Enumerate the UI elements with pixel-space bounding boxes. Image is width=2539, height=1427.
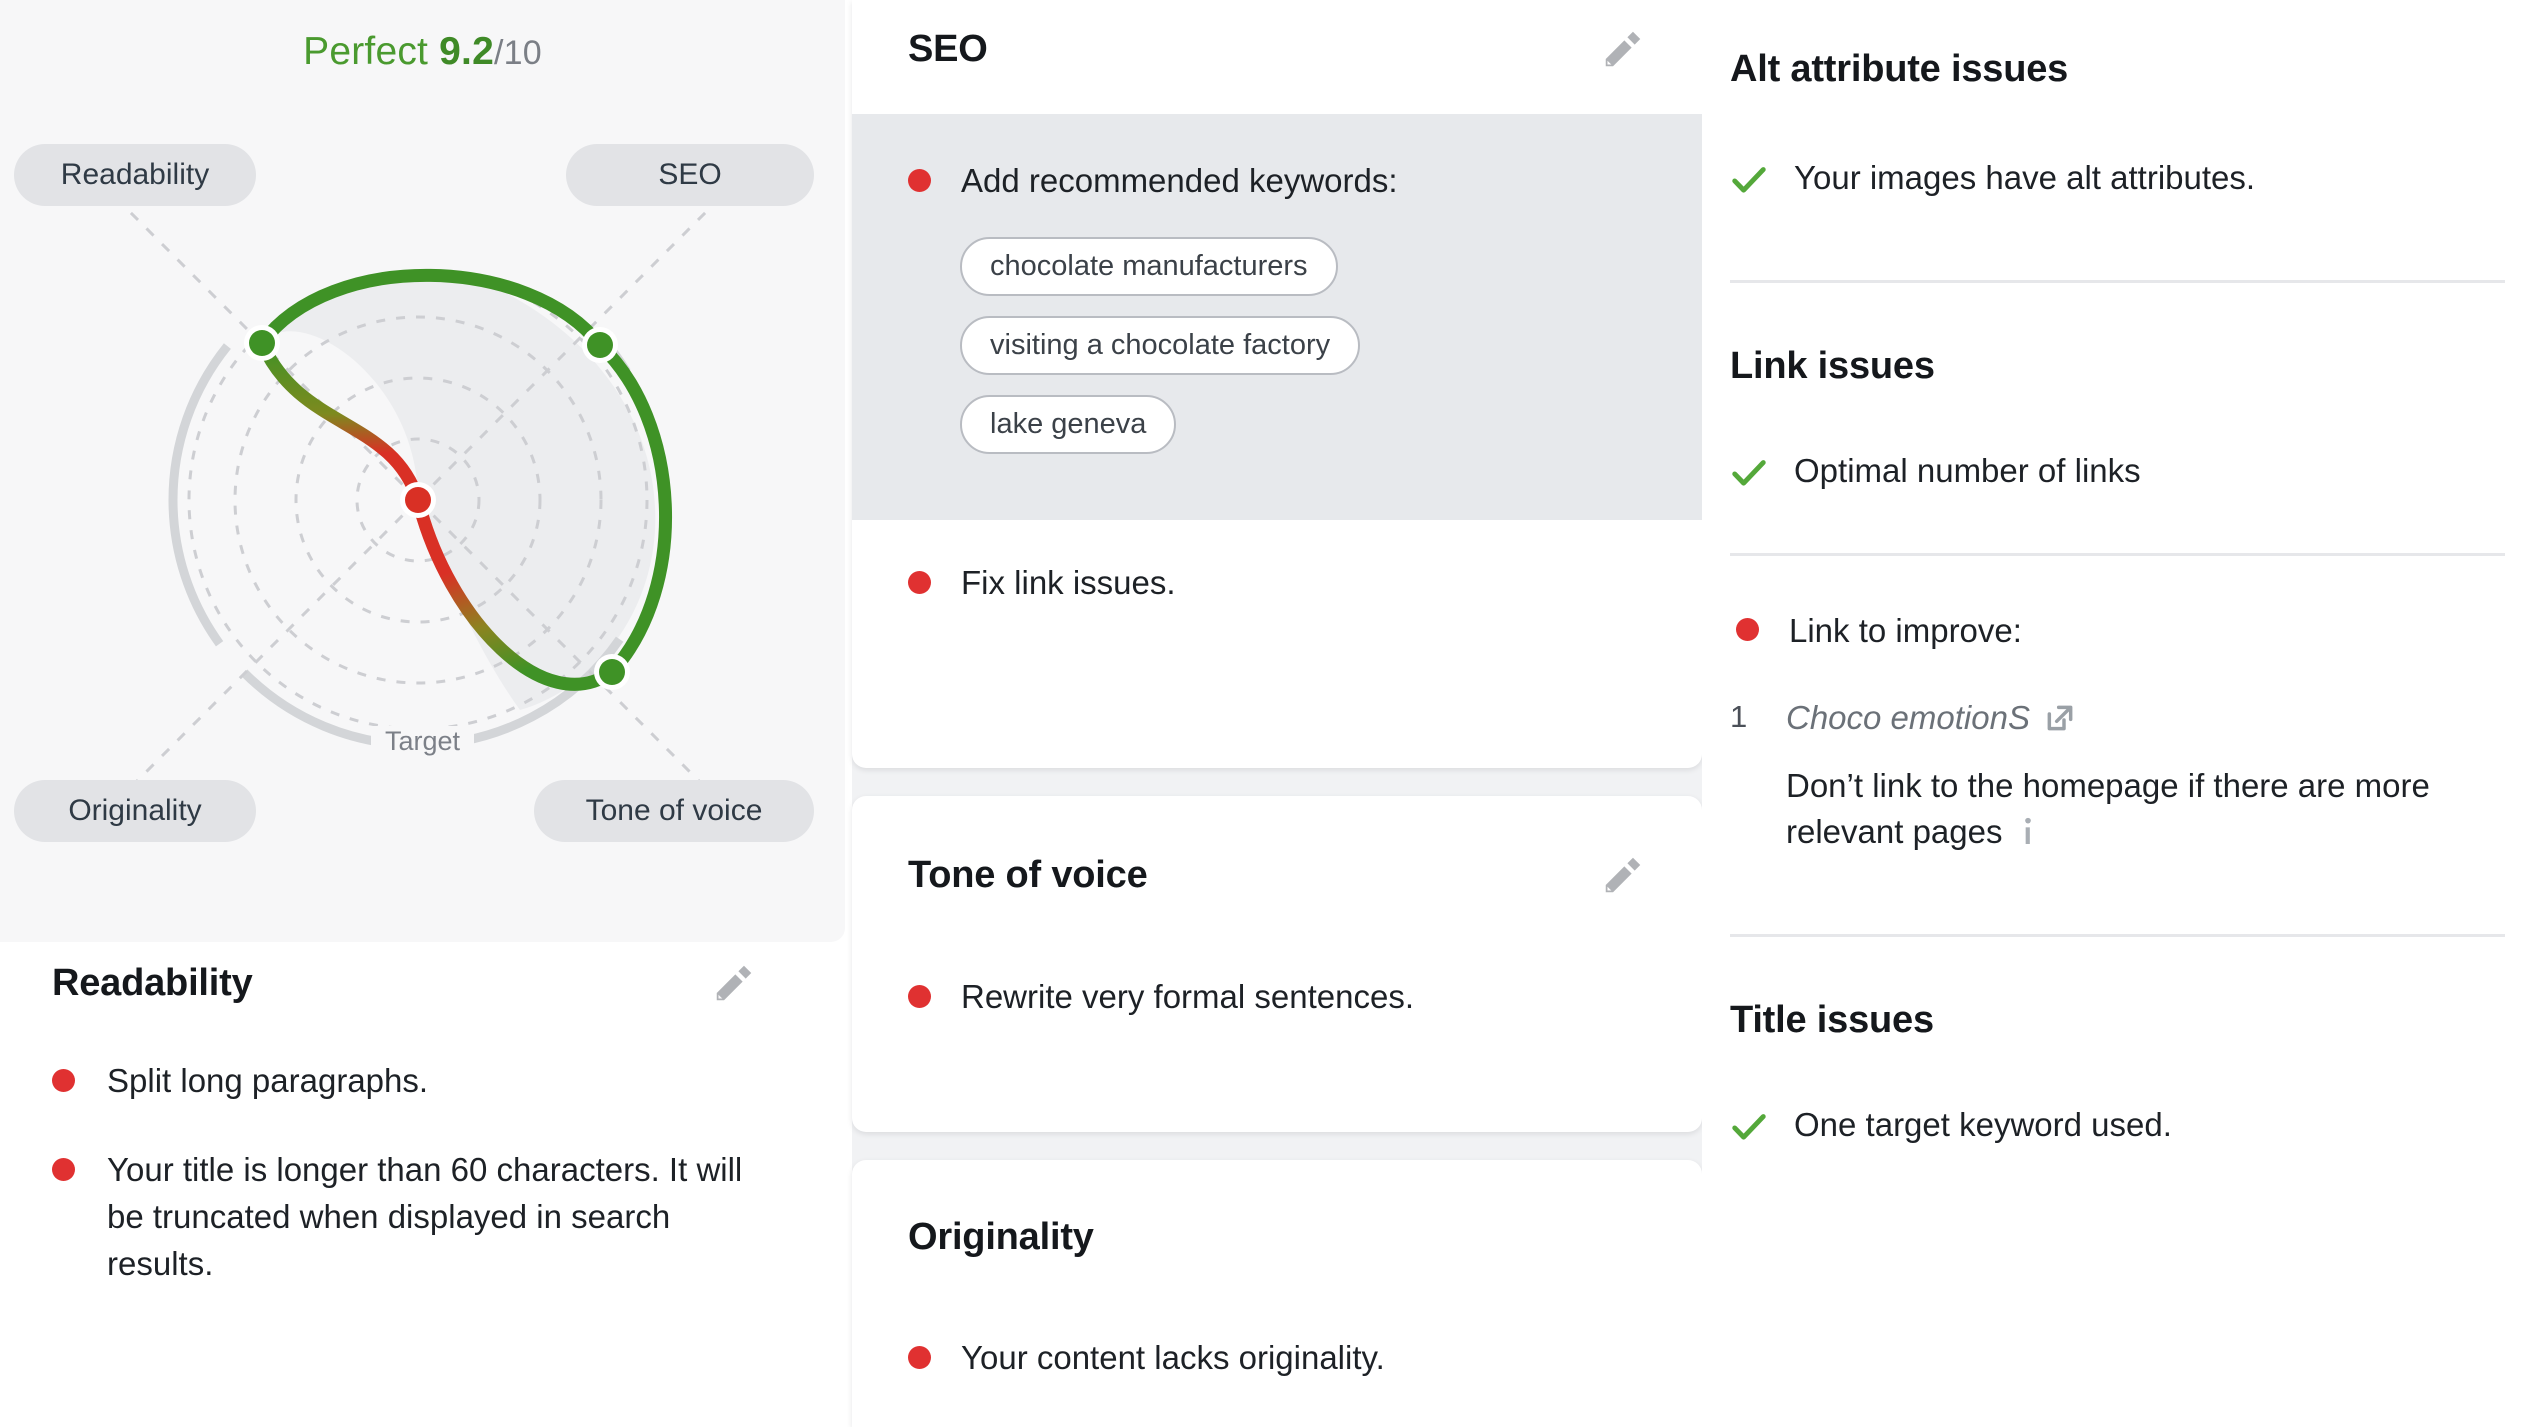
alt-attribute-issues-title: Alt attribute issues <box>1730 48 2069 90</box>
link-issues-ok-text: Optimal number of links <box>1794 451 2141 489</box>
radar-axis-originality[interactable]: Originality <box>14 780 256 842</box>
seo-card: SEO Add recommended keywords: chocolate … <box>852 0 1702 768</box>
readability-header: Readability <box>52 960 793 1006</box>
readability-section: Readability Split long paragraphs. Your … <box>0 960 845 1329</box>
link-issues-section: Link issues Optimal number of links Link… <box>1730 283 2505 856</box>
link-name-text: Choco emotionS <box>1786 698 2030 736</box>
pencil-icon[interactable] <box>1600 26 1646 72</box>
content-score-dashboard: Perfect 9.2/10 Target Readability SEO To… <box>0 0 2539 1427</box>
readability-item-text: Your title is longer than 60 characters.… <box>107 1150 743 1282</box>
readability-item: Split long paragraphs. <box>52 1058 793 1105</box>
left-column: Perfect 9.2/10 Target Readability SEO To… <box>0 0 852 1427</box>
alt-attribute-issues-section: Alt attribute issues Your images have al… <box>1730 0 2505 202</box>
title-issues-title: Title issues <box>1730 999 1934 1042</box>
link-issues-title: Link issues <box>1730 344 1935 387</box>
radar-axis-originality-label: Originality <box>68 794 202 827</box>
link-description: Don’t link to the homepage if there are … <box>1786 766 2430 851</box>
seo-issue-text: Fix link issues. <box>961 563 1176 601</box>
tone-of-voice-card: Tone of voice Rewrite very formal senten… <box>852 796 1702 1132</box>
pencil-icon[interactable] <box>711 960 757 1006</box>
seo-title: SEO <box>908 27 988 70</box>
link-to-improve-item: Link to improve: <box>1730 608 2505 655</box>
readability-item-text: Split long paragraphs. <box>107 1062 429 1099</box>
issue-dot-icon <box>52 1157 75 1181</box>
right-column: Alt attribute issues Your images have al… <box>1702 0 2539 1427</box>
originality-header: Originality <box>908 1216 1646 1259</box>
vertex-readability <box>249 330 275 356</box>
check-icon <box>1732 459 1766 486</box>
radar-axis-readability-label: Readability <box>60 158 210 191</box>
radar-panel: Perfect 9.2/10 Target Readability SEO To… <box>0 0 845 942</box>
seo-keyword-chip-list: chocolate manufacturers visiting a choco… <box>908 236 1646 474</box>
issue-dot-icon <box>1736 617 1759 641</box>
keyword-chip[interactable]: visiting a chocolate factory <box>960 315 1361 375</box>
seo-keywords-band: Add recommended keywords: chocolate manu… <box>852 114 1702 520</box>
keyword-chip[interactable]: chocolate manufacturers <box>960 236 1338 296</box>
tone-of-voice-header: Tone of voice <box>908 852 1646 898</box>
check-icon <box>1732 167 1766 193</box>
readability-title: Readability <box>52 961 253 1004</box>
issue-dot-icon <box>908 570 931 594</box>
radar-axis-seo[interactable]: SEO <box>566 144 814 206</box>
target-label: Target <box>370 726 475 756</box>
title-issues-ok-item: One target keyword used. <box>1730 1102 2505 1149</box>
link-description-wrap: Don’t link to the homepage if there are … <box>1730 763 2505 857</box>
radar-axis-readability[interactable]: Readability <box>14 144 256 206</box>
originality-item: Your content lacks originality. <box>852 1301 1702 1427</box>
seo-issue-item: Fix link issues. <box>852 520 1702 661</box>
vertex-originality <box>405 487 431 513</box>
tone-of-voice-item: Rewrite very formal sentences. <box>852 940 1702 1075</box>
title-issues-ok-text: One target keyword used. <box>1794 1106 2172 1144</box>
originality-item-text: Your content lacks originality. <box>961 1339 1385 1376</box>
title-issues-section: Title issues One target keyword used. <box>1730 937 2505 1149</box>
pencil-icon[interactable] <box>1600 852 1646 898</box>
seo-keywords-label: Add recommended keywords: <box>961 162 1398 199</box>
issue-dot-icon <box>52 1069 75 1092</box>
issue-dot-icon <box>908 1346 931 1369</box>
readability-item: Your title is longer than 60 characters.… <box>52 1147 793 1288</box>
middle-column: SEO Add recommended keywords: chocolate … <box>852 0 1702 1427</box>
radar-axis-seo-label: SEO <box>658 158 722 191</box>
vertex-tone <box>599 659 625 685</box>
link-issues-ok-item: Optimal number of links <box>1730 448 2505 495</box>
link-index: 1 <box>1730 698 1748 734</box>
seo-header: SEO <box>908 26 1646 72</box>
link-name[interactable]: Choco emotionS <box>1786 699 2076 737</box>
vertex-seo <box>587 332 613 358</box>
issue-dot-icon <box>908 985 931 1008</box>
link-to-improve-label: Link to improve: <box>1789 611 2022 649</box>
check-icon <box>1732 1114 1766 1140</box>
seo-keywords-header: Add recommended keywords: <box>908 158 1646 205</box>
tone-of-voice-item-text: Rewrite very formal sentences. <box>961 978 1414 1015</box>
tone-of-voice-title: Tone of voice <box>908 853 1148 896</box>
issue-dot-icon <box>908 169 931 192</box>
link-list-item: 1 Choco emotionS <box>1730 699 2505 737</box>
info-icon[interactable] <box>2021 817 2035 847</box>
radar-axis-tone-label: Tone of voice <box>585 794 763 827</box>
keyword-chip[interactable]: lake geneva <box>960 394 1177 454</box>
radar-axis-tone-of-voice[interactable]: Tone of voice <box>534 780 814 842</box>
alt-attribute-ok-item: Your images have alt attributes. <box>1730 155 2505 202</box>
link-issues-divider <box>1730 552 2505 556</box>
external-link-icon[interactable] <box>2044 702 2076 734</box>
alt-attribute-ok-text: Your images have alt attributes. <box>1794 159 2256 196</box>
originality-card: Originality Your content lacks originali… <box>852 1160 1702 1427</box>
originality-title: Originality <box>908 1216 1094 1258</box>
